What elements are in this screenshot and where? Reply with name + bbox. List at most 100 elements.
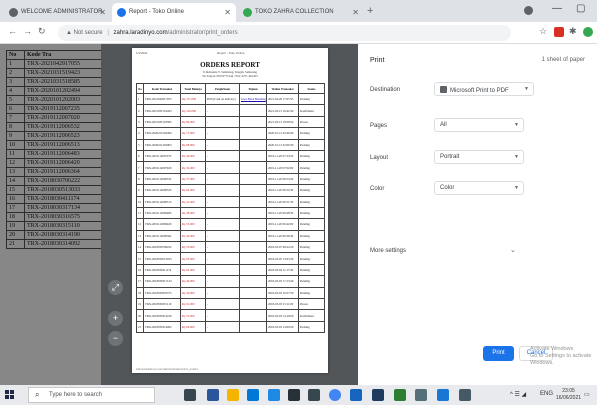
shipping: - bbox=[205, 263, 240, 277]
store-icon[interactable] bbox=[288, 389, 300, 401]
fit-to-page-icon[interactable]: ⤢ bbox=[108, 280, 123, 295]
reload-icon[interactable]: ↻ bbox=[38, 26, 46, 37]
transaction-time: 2019-11-20 06:53:20 bbox=[266, 172, 299, 186]
windows-start-icon[interactable] bbox=[5, 390, 15, 400]
profile-avatar-icon[interactable] bbox=[524, 6, 533, 15]
shipping: - bbox=[205, 275, 240, 288]
notifications-icon[interactable]: ▭ bbox=[584, 391, 590, 398]
close-tab-icon[interactable]: ✕ bbox=[99, 8, 106, 17]
destination bbox=[239, 115, 267, 129]
color-label: Color bbox=[370, 186, 385, 192]
zoom-in-icon[interactable]: + bbox=[108, 311, 123, 326]
report-column-header: Pengiriman bbox=[205, 83, 240, 94]
shipping: POS (Cash on delivery) bbox=[205, 92, 240, 106]
shipping: - bbox=[205, 241, 240, 254]
task-view-icon[interactable] bbox=[184, 389, 196, 401]
layout-select[interactable]: Portrait ▼ bbox=[434, 150, 524, 164]
windows-taskbar: ⌕ Type here to search ^ ☰ ◢ ENG 23:05 16… bbox=[0, 385, 597, 405]
shipping: - bbox=[205, 115, 240, 129]
row-number: 8 bbox=[136, 172, 144, 186]
close-tab-icon[interactable]: ✕ bbox=[352, 8, 359, 17]
app-icon[interactable] bbox=[350, 389, 362, 401]
report-column-header: Waktu Transaksi bbox=[266, 83, 299, 94]
profile-icon[interactable] bbox=[583, 27, 593, 37]
app-icon[interactable] bbox=[415, 389, 427, 401]
app-icon[interactable] bbox=[394, 389, 406, 401]
status: Konfirmasi bbox=[298, 309, 325, 322]
mail-icon[interactable] bbox=[308, 389, 320, 401]
close-tab-icon[interactable]: ✕ bbox=[224, 8, 231, 17]
app-icon[interactable] bbox=[437, 389, 449, 401]
total-amount: Rp 41.000 bbox=[180, 195, 206, 208]
more-settings-toggle[interactable]: More settings bbox=[370, 248, 406, 254]
report-row: 6 TRX-2019112007235 Rp 46.000- 2019-11-20 0… bbox=[136, 149, 325, 163]
destination bbox=[239, 263, 267, 277]
not-secure-warning-icon[interactable]: ▲ bbox=[66, 30, 72, 36]
maximize-icon[interactable]: ▢ bbox=[576, 3, 585, 14]
address-separator: | bbox=[107, 30, 109, 36]
address-bar[interactable]: ▲ Not secure | zahra.laradinyo.com/admin… bbox=[58, 25, 511, 41]
report-table: No Kode Transaksi Total Belanja Pengiriman T… bbox=[136, 83, 325, 334]
status: Pending bbox=[298, 218, 325, 231]
row-number: 3 bbox=[136, 115, 144, 129]
report-row: 20 TRX-2018030314190 Rp 55.000- 2018-03-03 … bbox=[136, 309, 325, 322]
print-button[interactable]: Print bbox=[483, 346, 514, 361]
status: Pending bbox=[298, 252, 325, 265]
total-amount: Rp 32.000 bbox=[180, 161, 206, 174]
app-icon[interactable] bbox=[268, 389, 280, 401]
transaction-time: 2018-03-03 14:09:20 bbox=[266, 320, 299, 334]
edge-icon[interactable] bbox=[247, 389, 259, 401]
back-arrow-icon[interactable]: ← bbox=[8, 26, 17, 36]
expand-chevron-icon[interactable]: ⌄ bbox=[510, 246, 516, 254]
preview-sheet: 1/1/2021 Report - Toko Online ORDERS REP… bbox=[132, 48, 328, 373]
shipping: - bbox=[205, 104, 240, 117]
status: Pending bbox=[298, 184, 325, 197]
extension-icon[interactable] bbox=[554, 27, 564, 37]
color-select[interactable]: Color ▼ bbox=[434, 181, 524, 195]
destination bbox=[239, 104, 267, 117]
new-tab-button[interactable]: + bbox=[367, 5, 373, 17]
extensions-puzzle-icon[interactable]: ✱ bbox=[569, 26, 577, 37]
row-number: 18 bbox=[136, 286, 144, 300]
tab-toko-zahra-collection[interactable]: TOKO ZAHRA COLLECTION ✕ bbox=[238, 3, 364, 22]
transaction-code: TRX-2019112006483 bbox=[143, 206, 181, 220]
zoom-out-icon[interactable]: − bbox=[108, 331, 123, 346]
sheet-header-title: Report - Toko Online bbox=[217, 51, 245, 55]
destination bbox=[239, 184, 267, 197]
transaction-time: 2018-03-03 15:11:00 bbox=[266, 298, 299, 311]
destination bbox=[239, 161, 267, 174]
report-row: 11 TRX-2019112006483 Rp 38.000- 2019-11-20 … bbox=[136, 206, 325, 220]
row-number: 20 bbox=[136, 309, 144, 322]
tab-report-toko-online[interactable]: Report - Toko Online ✕ bbox=[112, 3, 236, 22]
transaction-time: 2019-11-20 06:52:30 bbox=[266, 184, 299, 197]
total-amount: Rp 66.000 bbox=[180, 320, 206, 334]
row-number: 16 bbox=[136, 263, 144, 277]
status: Pending bbox=[298, 263, 325, 277]
chevron-down-icon: ▼ bbox=[514, 185, 519, 191]
network-icon[interactable]: ^ ☰ ◢ bbox=[510, 391, 526, 398]
total-amount: Rp 91.000 bbox=[180, 298, 206, 311]
transaction-time: 2019-11-20 06:36:40 bbox=[266, 229, 299, 243]
transaction-code: TRX-2018030316575 bbox=[143, 286, 181, 300]
transaction-time: 2019-11-20 06:42:00 bbox=[266, 218, 299, 231]
taskbar-clock[interactable]: 23:05 16/06/2021 bbox=[556, 388, 581, 402]
forward-arrow-icon[interactable]: → bbox=[23, 26, 32, 36]
bookmark-star-icon[interactable]: ☆ bbox=[539, 26, 547, 37]
app-icon[interactable] bbox=[459, 389, 471, 401]
chrome-icon[interactable] bbox=[329, 389, 341, 401]
language-indicator[interactable]: ENG bbox=[540, 391, 553, 397]
tab-welcome-administrator[interactable]: WELCOME ADMINISTRATOR ✕ bbox=[4, 3, 111, 22]
report-row: 21 TRX-2018030314092 Rp 66.000- 2018-03-03 … bbox=[136, 320, 325, 334]
report-title: ORDERS REPORT bbox=[200, 61, 260, 69]
pages-label: Pages bbox=[370, 123, 388, 129]
pages-select[interactable]: All ▼ bbox=[434, 118, 524, 132]
file-explorer-icon[interactable] bbox=[227, 389, 239, 401]
taskbar-search-input[interactable]: ⌕ Type here to search bbox=[28, 387, 155, 403]
chevron-down-icon: ▼ bbox=[514, 122, 519, 128]
minimize-icon[interactable]: — bbox=[552, 3, 562, 14]
app-icon[interactable] bbox=[207, 389, 219, 401]
app-icon[interactable] bbox=[372, 389, 384, 401]
transaction-time: 2019-11-20 07:02:00 bbox=[266, 161, 299, 174]
destination-select[interactable]: Microsoft Print to PDF ▼ bbox=[434, 82, 534, 96]
row-number: 17 bbox=[136, 275, 144, 288]
